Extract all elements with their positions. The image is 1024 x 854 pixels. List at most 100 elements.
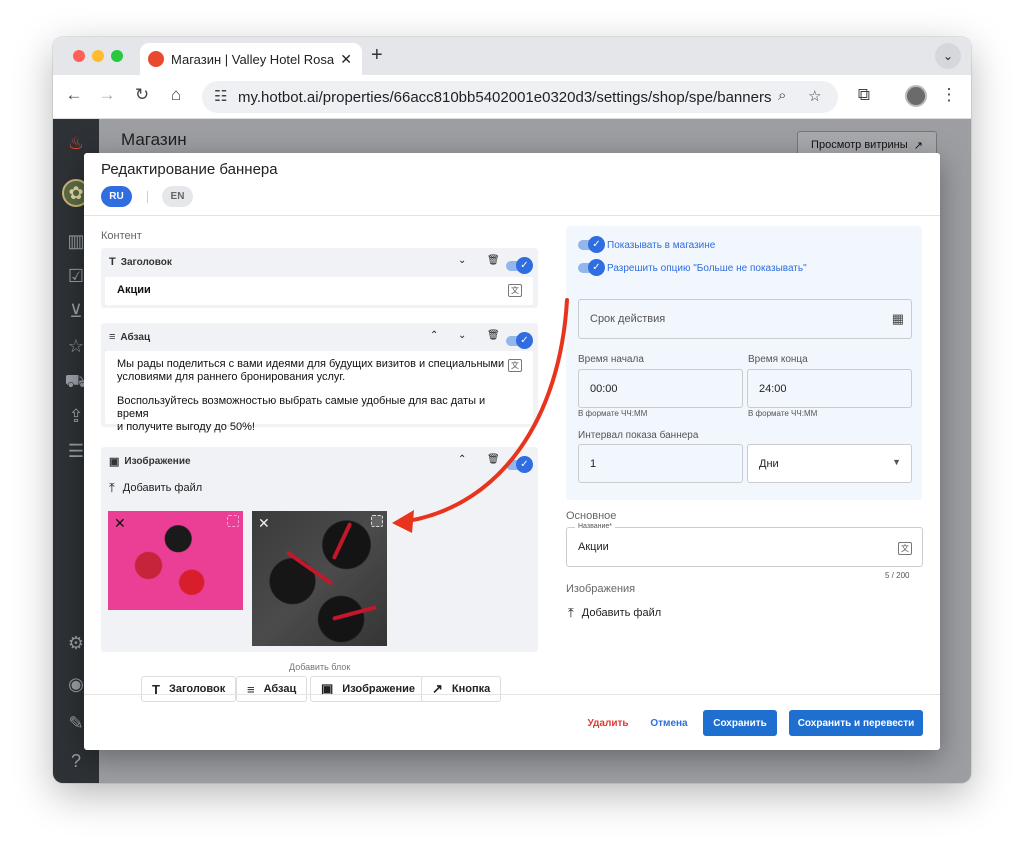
heading-visibility-toggle[interactable]: ✓: [506, 257, 533, 274]
paragraph-block: ≡ Абзац ⌃ ⌄ 🗑 ✓ Мы рады поделиться с вами…: [101, 323, 538, 433]
upload-arrow-icon: ⤒: [109, 480, 115, 495]
help-icon[interactable]: ?: [64, 749, 88, 773]
bookmark-star-icon[interactable]: ☆: [808, 87, 821, 105]
interval-unit-select[interactable]: Дни ▼: [747, 444, 912, 483]
heading-block-header: T Заголовок: [109, 256, 172, 268]
remove-image-close-icon[interactable]: ✕: [114, 515, 126, 532]
banner-name-input[interactable]: Название* Акции 文: [566, 523, 923, 567]
add-button-block-button[interactable]: ↗ Кнопка: [421, 676, 502, 702]
end-time-label: Время конца: [748, 354, 808, 365]
start-time-input[interactable]: 00:00: [578, 369, 743, 408]
validity-period-input[interactable]: Срок действия ▦: [578, 299, 912, 339]
move-up-chevron-icon[interactable]: ⌃: [430, 330, 438, 341]
paragraph-line: и получите выгоду до 50%!: [117, 421, 255, 433]
paragraph-block-label: Абзац: [120, 331, 151, 343]
add-image-block-button[interactable]: ▣ Изображение: [310, 676, 427, 702]
add-paragraph-block-button[interactable]: ≡ Абзац: [236, 676, 308, 702]
reload-icon[interactable]: ↻: [131, 85, 153, 105]
ribbon-decoration: [285, 550, 334, 586]
heading-block: T Заголовок ⌄ 🗑 ✓ Акции 文: [101, 248, 538, 308]
store-preview-label: Просмотр витрины: [811, 139, 908, 151]
add-file-button[interactable]: ⤒ Добавить файл: [109, 480, 202, 496]
minimize-window-button[interactable]: [92, 50, 104, 62]
paragraph-text: Мы рады поделиться с вами идеями для буд…: [117, 358, 517, 434]
profile-avatar[interactable]: [905, 85, 927, 107]
move-up-chevron-icon[interactable]: ⌃: [458, 454, 466, 465]
save-and-translate-button[interactable]: Сохранить и перевести: [789, 710, 923, 736]
add-heading-block-button[interactable]: T Заголовок: [141, 676, 237, 702]
home-icon[interactable]: ⌂: [165, 85, 187, 105]
save-button[interactable]: Сохранить: [703, 710, 777, 736]
cancel-button[interactable]: Отмена: [644, 710, 694, 736]
paragraph-block-header: ≡ Абзац: [109, 331, 150, 343]
close-tab-icon[interactable]: ✕: [340, 51, 352, 68]
image-visibility-toggle[interactable]: ✓: [506, 456, 533, 473]
calendar-icon[interactable]: ▦: [892, 311, 904, 327]
edit-banner-modal: Редактирование баннера RU EN Контент T За…: [84, 153, 940, 750]
hotbot-favicon-icon: [148, 51, 164, 67]
add-block-label: Добавить блок: [289, 662, 351, 672]
show-in-store-toggle[interactable]: ✓: [578, 236, 605, 253]
footer-divider: [84, 694, 940, 695]
close-window-button[interactable]: [73, 50, 85, 62]
new-tab-button[interactable]: +: [371, 44, 383, 67]
interval-unit-value: Дни: [759, 457, 779, 470]
page-title: Магазин: [121, 130, 187, 149]
move-down-chevron-icon[interactable]: ⌄: [458, 330, 466, 341]
heading-input[interactable]: Акции 文: [105, 277, 533, 305]
add-file-label: Добавить файл: [122, 482, 203, 494]
end-time-input[interactable]: 24:00: [747, 369, 912, 408]
collapse-chevron-icon[interactable]: ⌄: [458, 255, 466, 266]
extensions-icon[interactable]: ⧉: [853, 85, 875, 105]
paragraph-line: Воспользуйтесь возможностью выбрать самы…: [117, 395, 486, 420]
translate-icon[interactable]: 文: [508, 284, 522, 297]
allow-dont-show-toggle[interactable]: ✓: [578, 259, 605, 276]
start-time-value: 00:00: [590, 382, 618, 395]
paragraph-visibility-toggle[interactable]: ✓: [506, 332, 533, 349]
delete-trash-icon[interactable]: 🗑: [487, 454, 500, 465]
browser-tab[interactable]: Магазин | Valley Hotel Rosa K ✕: [140, 43, 362, 75]
modal-title: Редактирование баннера: [101, 161, 278, 178]
banner-image-black-gifts[interactable]: ✕: [252, 511, 387, 646]
name-char-counter: 5 / 200: [885, 571, 910, 580]
site-settings-icon[interactable]: ☷: [214, 87, 227, 105]
lang-tab-ru[interactable]: RU: [101, 186, 132, 207]
banner-name-value: Акции: [578, 541, 609, 553]
hotbot-logo-icon[interactable]: ♨: [64, 131, 88, 155]
banner-image-pink-gifts[interactable]: ✕: [108, 511, 243, 610]
main-section-label: Основное: [566, 510, 617, 522]
drag-handle-icon[interactable]: [227, 515, 239, 527]
heading-value: Акции: [117, 284, 151, 296]
maximize-window-button[interactable]: [111, 50, 123, 62]
translate-icon[interactable]: 文: [508, 359, 522, 372]
back-arrow-icon[interactable]: ←: [63, 85, 85, 105]
remove-image-close-icon[interactable]: ✕: [258, 515, 270, 532]
delete-trash-icon[interactable]: 🗑: [487, 255, 500, 266]
browser-menu-icon[interactable]: ⋮: [938, 85, 960, 105]
content-section-label: Контент: [101, 230, 142, 242]
allow-dont-show-label: Разрешить опцию "Больше не показывать": [607, 263, 807, 274]
zoom-search-icon[interactable]: ⌕: [778, 87, 786, 104]
end-time-format-hint: В формате ЧЧ:ММ: [748, 409, 818, 418]
interval-input[interactable]: 1: [578, 444, 743, 483]
header-divider: [84, 215, 940, 216]
paragraph-line: условиями для раннего бронирования услуг…: [117, 371, 346, 383]
image-block-header: ▣ Изображение: [109, 455, 191, 468]
translate-icon[interactable]: 文: [898, 542, 912, 555]
add-image-file-label: Добавить файл: [581, 607, 662, 619]
text-t-icon: T: [109, 256, 116, 268]
forward-arrow-icon[interactable]: →: [96, 85, 118, 105]
add-image-file-button[interactable]: ⤒ Добавить файл: [568, 605, 661, 621]
delete-button[interactable]: Удалить: [581, 710, 635, 736]
start-time-format-hint: В формате ЧЧ:ММ: [578, 409, 648, 418]
drag-handle-icon[interactable]: [371, 515, 383, 527]
lang-tab-en[interactable]: EN: [162, 186, 193, 207]
image-block-label: Изображение: [124, 456, 191, 467]
tab-search-chevron-icon[interactable]: ⌄: [935, 43, 961, 69]
paragraph-input[interactable]: Мы рады поделиться с вами идеями для буд…: [105, 351, 533, 433]
paragraph-lines-icon: ≡: [109, 331, 116, 343]
interval-value: 1: [590, 457, 597, 470]
lang-divider: [147, 191, 148, 203]
address-bar[interactable]: ☷ my.hotbot.ai/properties/66acc810bb5402…: [202, 81, 838, 113]
delete-trash-icon[interactable]: 🗑: [487, 330, 500, 341]
